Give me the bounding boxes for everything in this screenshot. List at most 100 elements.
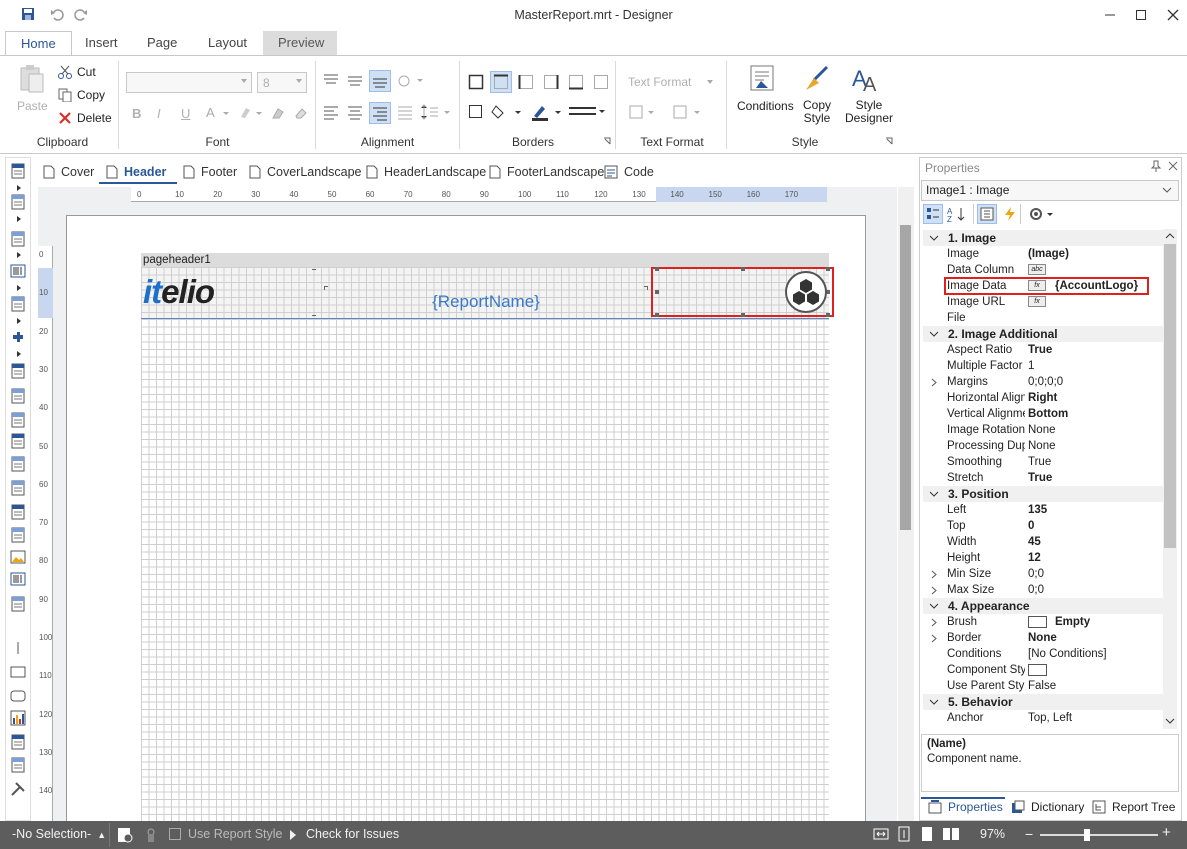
border-all-icon[interactable] [468, 74, 484, 90]
color-swatch[interactable] [1028, 616, 1047, 628]
font-name-combo[interactable] [126, 72, 252, 93]
resize-handle[interactable] [655, 267, 659, 271]
band-title[interactable]: pageheader1 [141, 253, 829, 267]
sub-report-icon[interactable] [10, 757, 28, 773]
property-row[interactable]: Left 135 [923, 502, 1178, 518]
border-color-icon[interactable] [530, 102, 564, 122]
chevron-right-icon[interactable] [931, 618, 937, 627]
one-page-icon[interactable] [919, 826, 935, 842]
dialog-launcher-icon[interactable] [885, 137, 893, 145]
border-bottom-icon[interactable] [568, 74, 584, 90]
fit-width-icon[interactable] [873, 826, 889, 842]
property-row[interactable]: Border None [923, 630, 1178, 646]
rectangle-icon[interactable] [10, 664, 28, 680]
property-row[interactable]: Horizontal AlignmRight [923, 390, 1178, 406]
property-row[interactable]: Multiple Factor 1 [923, 358, 1178, 374]
selection-dropdown[interactable]: -No Selection- ▲ [12, 827, 106, 841]
tab-header[interactable]: Header [106, 160, 166, 184]
resize-handle[interactable] [741, 313, 745, 317]
page-header-icon[interactable] [10, 363, 28, 379]
fit-height-icon[interactable] [896, 826, 912, 842]
highlight-icon[interactable] [238, 105, 266, 121]
tab-preview[interactable]: Preview [263, 31, 337, 56]
events-icon[interactable] [1003, 206, 1017, 222]
font-color-icon[interactable]: A [205, 105, 233, 121]
paste-label[interactable]: Paste [17, 99, 48, 113]
align-bottom-icon[interactable] [369, 70, 391, 92]
font-size-combo[interactable]: 8 [257, 72, 307, 93]
property-row[interactable]: Conditions [No Conditions] [923, 646, 1178, 662]
tab-home[interactable]: Home [5, 31, 72, 56]
chevron-right-icon[interactable] [931, 586, 937, 595]
report-checker-icon[interactable] [116, 826, 134, 844]
property-row[interactable]: Image Rotation None [923, 422, 1178, 438]
property-category[interactable]: 1. Image [923, 230, 1163, 246]
property-row[interactable]: Smoothing True [923, 454, 1178, 470]
tab-properties[interactable]: Properties [928, 800, 1003, 814]
paintbrush-icon[interactable] [802, 64, 832, 94]
border-right-icon[interactable] [543, 74, 559, 90]
chart-icon[interactable] [10, 710, 28, 726]
tab-coverlandscape[interactable]: CoverLandscape [249, 160, 362, 184]
expand-arrow-icon[interactable] [17, 318, 21, 324]
zoom-slider[interactable] [1040, 834, 1158, 836]
lock-icon[interactable] [145, 826, 157, 844]
header-band-icon[interactable] [10, 456, 28, 472]
multi-page-icon[interactable] [942, 826, 960, 842]
border-top-icon[interactable] [490, 71, 512, 93]
property-row[interactable]: Use Parent Style False [923, 678, 1178, 694]
rounded-rect-icon[interactable] [10, 688, 28, 704]
eraser-icon[interactable] [293, 105, 309, 121]
check-for-issues-button[interactable]: Check for Issues [306, 827, 399, 841]
fill-color-icon[interactable] [490, 102, 524, 122]
border-left-icon[interactable] [518, 74, 534, 90]
tab-page[interactable]: Page [132, 31, 192, 56]
color-swatch[interactable] [1028, 664, 1047, 676]
align-top-icon[interactable] [322, 71, 340, 89]
paste-icon[interactable] [17, 64, 45, 94]
expand-arrow-icon[interactable] [17, 216, 21, 222]
property-row[interactable]: Component Style [923, 662, 1178, 678]
text-format-combo[interactable]: Text Format [628, 75, 691, 89]
close-panel-icon[interactable] [1168, 161, 1178, 171]
style-designer-button[interactable]: Style Designer [845, 99, 893, 125]
label-icon[interactable] [10, 527, 28, 543]
rich-text-icon[interactable] [10, 433, 28, 449]
scrollbar-thumb[interactable] [900, 225, 911, 530]
align-justify-icon[interactable] [396, 103, 414, 121]
conditions-button[interactable]: Conditions [737, 99, 794, 113]
text-icon[interactable] [10, 412, 28, 428]
resize-handle[interactable] [741, 267, 745, 271]
property-category[interactable]: 5. Behavior [923, 694, 1163, 710]
shadow-icon[interactable] [468, 104, 484, 120]
align-middle-icon[interactable] [346, 71, 364, 89]
tab-cover[interactable]: Cover [43, 160, 94, 184]
table-icon[interactable] [10, 734, 28, 750]
expand-arrow-icon[interactable] [17, 285, 21, 291]
rotate-icon[interactable] [395, 71, 427, 89]
tools-icon[interactable] [10, 781, 28, 797]
style-designer-icon[interactable]: AA [851, 64, 883, 94]
property-row[interactable]: Anchor Top, Left [923, 710, 1178, 726]
dialog-launcher-icon[interactable] [603, 137, 611, 145]
property-row[interactable]: Image URL fx [923, 294, 1178, 310]
format-options-icon[interactable] [672, 103, 708, 121]
chevron-right-icon[interactable] [931, 378, 937, 387]
underline-button[interactable]: U [181, 106, 190, 121]
expand-arrow-icon[interactable] [17, 351, 21, 357]
chevron-right-icon[interactable] [931, 570, 937, 579]
border-none-icon[interactable] [593, 74, 609, 90]
data-column-icon[interactable]: abc [1028, 264, 1046, 275]
resize-handle[interactable] [655, 290, 659, 294]
property-row[interactable]: Data Column abc [923, 262, 1178, 278]
property-category[interactable]: 3. Position [923, 486, 1163, 502]
conditions-icon[interactable] [748, 64, 776, 94]
zoom-out-button[interactable]: − [1025, 827, 1033, 841]
panel-icon[interactable] [10, 504, 28, 520]
property-row[interactable]: Max Size 0;0 [923, 582, 1178, 598]
tab-headerlandscape[interactable]: HeaderLandscape [366, 160, 486, 184]
zoom-in-button[interactable]: + [1162, 825, 1171, 840]
tab-footer[interactable]: Footer [183, 160, 237, 184]
format-icon[interactable] [628, 103, 664, 121]
shape-icon[interactable] [10, 596, 28, 612]
